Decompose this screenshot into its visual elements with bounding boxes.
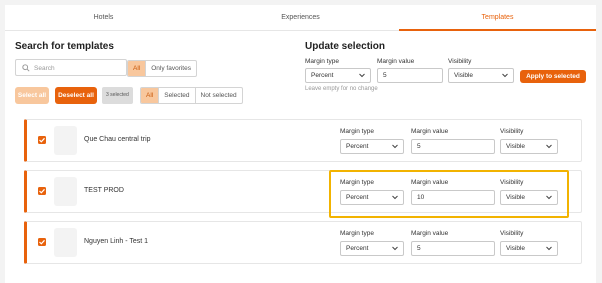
template-row: Que Chau central trip Margin type Percen… (24, 119, 582, 162)
margin-type-select[interactable]: Percent (305, 68, 371, 83)
template-name: TEST PROD (84, 187, 124, 194)
template-checkbox[interactable] (38, 187, 46, 195)
highlight-box (329, 170, 569, 218)
visibility-value: Visible (506, 143, 526, 150)
template-name: Nguyen Linh - Test 1 (84, 238, 149, 245)
search-icon (22, 64, 30, 72)
visibility-label: Visibility (500, 128, 524, 135)
margin-value-label: Margin value (411, 230, 449, 237)
filter-all[interactable]: All (128, 61, 146, 76)
search-input[interactable] (34, 62, 122, 74)
template-checkbox[interactable] (38, 238, 46, 246)
template-checkbox[interactable] (38, 136, 46, 144)
chevron-down-icon (546, 246, 552, 251)
margin-type-select[interactable]: Percent (340, 139, 404, 154)
tab-bar: Hotels Experiences Templates (5, 5, 596, 31)
margin-type-label: Margin type (340, 230, 374, 237)
select-all-button[interactable]: Select all (15, 87, 49, 104)
filter-selected[interactable]: Selected (158, 88, 194, 103)
visibility-label: Visibility (500, 230, 524, 237)
visibility-select[interactable]: Visible (448, 68, 514, 83)
chevron-down-icon (392, 246, 398, 251)
margin-value-label: Margin value (377, 58, 415, 65)
check-icon (39, 188, 45, 194)
margin-type-label: Margin type (305, 58, 339, 65)
margin-value-input[interactable]: 5 (411, 139, 495, 154)
visibility-select[interactable]: Visible (500, 241, 558, 256)
deselect-all-button[interactable]: Deselect all (55, 87, 97, 104)
margin-type-select[interactable]: Percent (340, 241, 404, 256)
chevron-down-icon (546, 144, 552, 149)
update-selection-title: Update selection (305, 41, 386, 52)
tab-experiences[interactable]: Experiences (202, 5, 399, 30)
search-templates-title: Search for templates (15, 41, 114, 52)
check-icon (39, 239, 45, 245)
margin-type-label: Margin type (340, 128, 374, 135)
template-name: Que Chau central trip (84, 136, 151, 143)
search-field[interactable] (15, 59, 127, 76)
margin-value-label: Margin value (411, 128, 449, 135)
margin-value-input[interactable]: 5 (377, 68, 443, 83)
template-thumbnail (54, 228, 77, 257)
template-thumbnail (54, 177, 77, 206)
visibility-label: Visibility (448, 58, 472, 65)
filter-sel-all[interactable]: All (141, 88, 159, 103)
selected-count-badge: 3 selected (102, 87, 133, 104)
tab-templates[interactable]: Templates (399, 5, 596, 31)
margin-type-value: Percent (346, 143, 369, 150)
margin-value-input[interactable]: 5 (411, 241, 495, 256)
chevron-down-icon (392, 144, 398, 149)
tab-hotels[interactable]: Hotels (5, 5, 202, 30)
margin-type-value: Percent (311, 72, 334, 79)
filter-not-selected[interactable]: Not selected (194, 88, 242, 103)
favorites-filter: All Only favorites (127, 60, 197, 77)
chevron-down-icon (359, 73, 365, 78)
check-icon (39, 137, 45, 143)
visibility-value: Visible (454, 72, 474, 79)
apply-to-selected-button[interactable]: Apply to selected (520, 70, 586, 83)
top-panel: Search for templates All Only favorites … (5, 31, 596, 110)
visibility-value: Visible (506, 245, 526, 252)
margin-type-value: Percent (346, 245, 369, 252)
update-hint: Leave empty for no change (305, 86, 378, 92)
selection-filter: All Selected Not selected (140, 87, 243, 104)
filter-only-favorites[interactable]: Only favorites (145, 61, 196, 76)
template-row: Nguyen Linh - Test 1 Margin type Percent… (24, 221, 582, 264)
chevron-down-icon (502, 73, 508, 78)
template-thumbnail (54, 126, 77, 155)
visibility-select[interactable]: Visible (500, 139, 558, 154)
